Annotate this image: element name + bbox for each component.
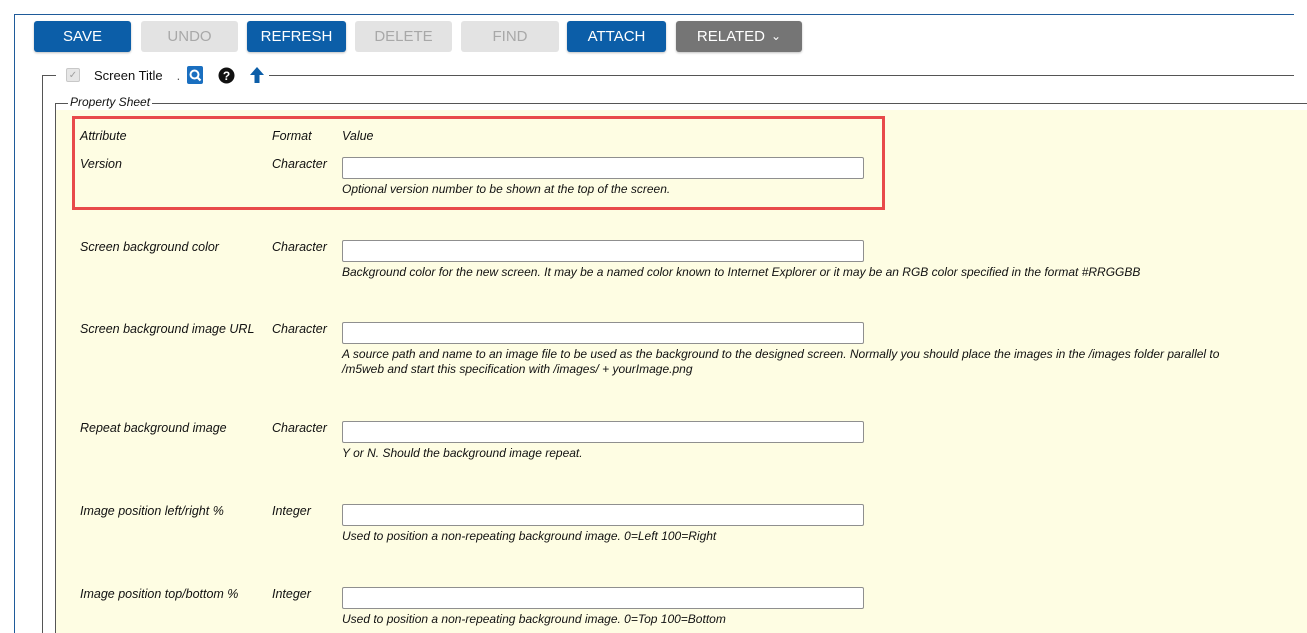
property-sheet-border-left: [55, 103, 56, 633]
value-cell: Background color for the new screen. It …: [342, 240, 1222, 280]
repeat-background-input[interactable]: [342, 421, 864, 443]
search-document-icon[interactable]: [186, 65, 204, 85]
help-icon[interactable]: ?: [218, 67, 235, 84]
attribute-label: Image position top/bottom %: [80, 587, 239, 601]
svg-text:?: ?: [223, 69, 230, 83]
format-label: Character: [272, 322, 327, 336]
highlight-annotation-box: [72, 116, 885, 210]
attribute-label: Screen background color: [80, 240, 219, 254]
delete-button[interactable]: DELETE: [355, 21, 452, 52]
help-text: Used to position a non-repeating backgro…: [342, 612, 726, 626]
outer-frame-top: [14, 14, 1294, 15]
screen-title-checkbox[interactable]: ✓: [66, 68, 80, 82]
help-text: Background color for the new screen. It …: [342, 265, 1141, 279]
property-sheet-legend: Property Sheet: [68, 95, 153, 109]
property-sheet-border: [55, 103, 1307, 104]
help-text: Y or N. Should the background image repe…: [342, 446, 583, 460]
value-cell: A source path and name to an image file …: [342, 322, 1222, 377]
attach-button[interactable]: ATTACH: [567, 21, 666, 52]
arrow-up-icon[interactable]: [249, 66, 265, 84]
format-label: Character: [272, 240, 327, 254]
image-position-left-right-input[interactable]: [342, 504, 864, 526]
screen-title-dot: .: [176, 67, 181, 83]
attribute-label: Repeat background image: [80, 421, 227, 435]
value-cell: Used to position a non-repeating backgro…: [342, 587, 1222, 627]
find-button[interactable]: FIND: [461, 21, 559, 52]
format-label: Character: [272, 421, 327, 435]
related-dropdown-button[interactable]: RELATED ⌄: [676, 21, 802, 52]
format-label: Integer: [272, 504, 311, 518]
save-button[interactable]: SAVE: [34, 21, 131, 52]
value-cell: Used to position a non-repeating backgro…: [342, 504, 1222, 544]
value-cell: Y or N. Should the background image repe…: [342, 421, 1222, 461]
chevron-down-icon: ⌄: [771, 29, 782, 43]
refresh-button[interactable]: REFRESH: [247, 21, 346, 52]
image-position-top-bottom-input[interactable]: [342, 587, 864, 609]
background-image-url-input[interactable]: [342, 322, 864, 344]
help-text: A source path and name to an image file …: [342, 347, 1220, 376]
help-text: Used to position a non-repeating backgro…: [342, 529, 717, 543]
screen-title-legend: ✓ Screen Title . ?: [56, 63, 270, 87]
outer-frame-left: [14, 14, 15, 633]
background-color-input[interactable]: [342, 240, 864, 262]
attribute-label: Image position left/right %: [80, 504, 224, 518]
format-label: Integer: [272, 587, 311, 601]
screen-title-label: Screen Title: [94, 67, 163, 83]
attribute-label: Screen background image URL: [80, 322, 255, 336]
related-label: RELATED: [696, 28, 765, 45]
undo-button[interactable]: UNDO: [141, 21, 238, 52]
screen-title-fieldset-border-left: [42, 75, 43, 633]
